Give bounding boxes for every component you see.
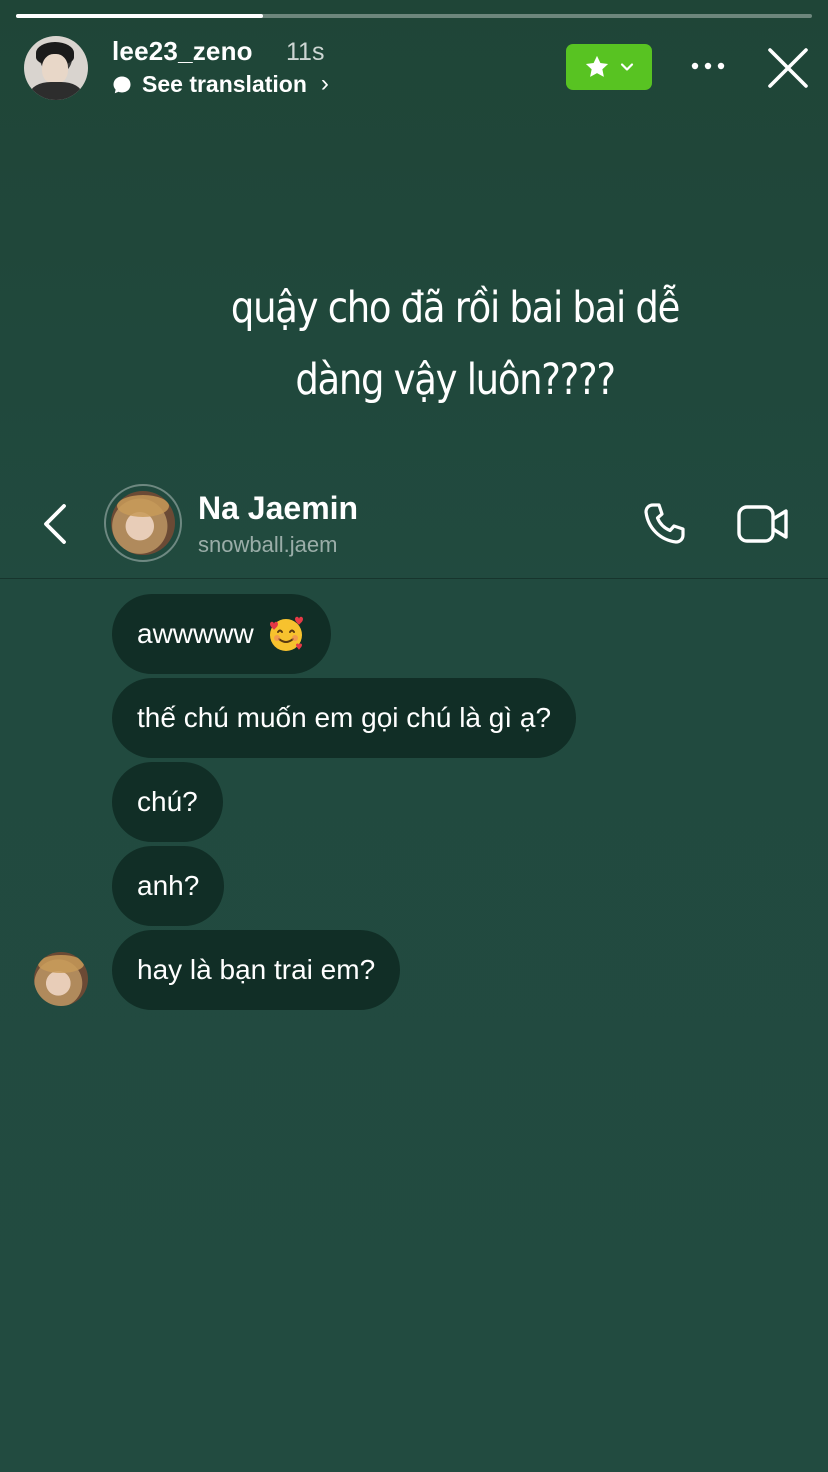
message-list: awwwww thế chú muốn em gọi chú là gì ạ? …	[0, 594, 828, 1014]
chat-header: Na Jaemin snowball.jaem	[0, 482, 828, 579]
chat-contact-name[interactable]: Na Jaemin	[198, 490, 358, 527]
message-text: thế chú muốn em gọi chú là gì ạ?	[137, 702, 552, 733]
message-row: thế chú muốn em gọi chú là gì ạ?	[0, 678, 828, 762]
message-bubble[interactable]: thế chú muốn em gọi chú là gì ạ?	[112, 678, 577, 758]
phone-call-icon[interactable]	[640, 500, 688, 548]
sender-avatar[interactable]	[34, 952, 88, 1006]
chat-contact-handle: snowball.jaem	[198, 532, 338, 557]
message-bubble[interactable]: anh?	[112, 846, 225, 926]
message-bubble[interactable]: chú?	[112, 762, 223, 842]
see-translation-link[interactable]: See translation ›	[112, 70, 329, 98]
back-arrow-icon[interactable]	[36, 502, 76, 546]
story-header: lee23_zeno 11s See translation ›	[24, 34, 814, 100]
caption-line-1: quậy cho đã rồi bai bai dễ	[230, 283, 680, 333]
story-timestamp: 11s	[286, 38, 325, 66]
caption-line-2: dàng vậy luôn????	[295, 355, 616, 405]
message-row: awwwww	[0, 594, 828, 678]
chat-contact-avatar[interactable]	[104, 484, 182, 562]
message-text: chú?	[137, 786, 198, 817]
chevron-down-icon	[620, 63, 634, 71]
close-icon[interactable]	[766, 46, 810, 90]
message-bubble[interactable]: awwwww	[112, 594, 331, 674]
avatar	[111, 491, 175, 555]
message-text: awwwww	[137, 618, 254, 649]
message-row: anh?	[0, 846, 828, 930]
story-username[interactable]: lee23_zeno	[112, 36, 253, 67]
message-row: hay là bạn trai em?	[0, 930, 828, 1014]
story-user-avatar[interactable]	[24, 36, 88, 100]
message-text: hay là bạn trai em?	[137, 954, 376, 985]
smiling-face-with-hearts-icon	[266, 614, 306, 654]
message-text: anh?	[137, 870, 200, 901]
story-progress-fill	[16, 14, 263, 18]
star-icon	[585, 55, 609, 77]
close-friends-badge[interactable]	[566, 44, 652, 90]
message-row: chú?	[0, 762, 828, 846]
chevron-right-icon: ›	[320, 70, 329, 97]
story-progress-bar	[16, 14, 812, 18]
story-screen: lee23_zeno 11s See translation › quậy ch…	[0, 0, 828, 1472]
story-caption: quậy cho đã rồi bai bai dễ dàng vậy luôn…	[193, 272, 718, 416]
more-options-icon[interactable]	[688, 54, 728, 78]
message-bubble[interactable]: hay là bạn trai em?	[112, 930, 401, 1010]
video-call-icon[interactable]	[736, 504, 790, 544]
translation-label: See translation	[142, 70, 307, 97]
translation-bubble-icon	[112, 74, 132, 94]
